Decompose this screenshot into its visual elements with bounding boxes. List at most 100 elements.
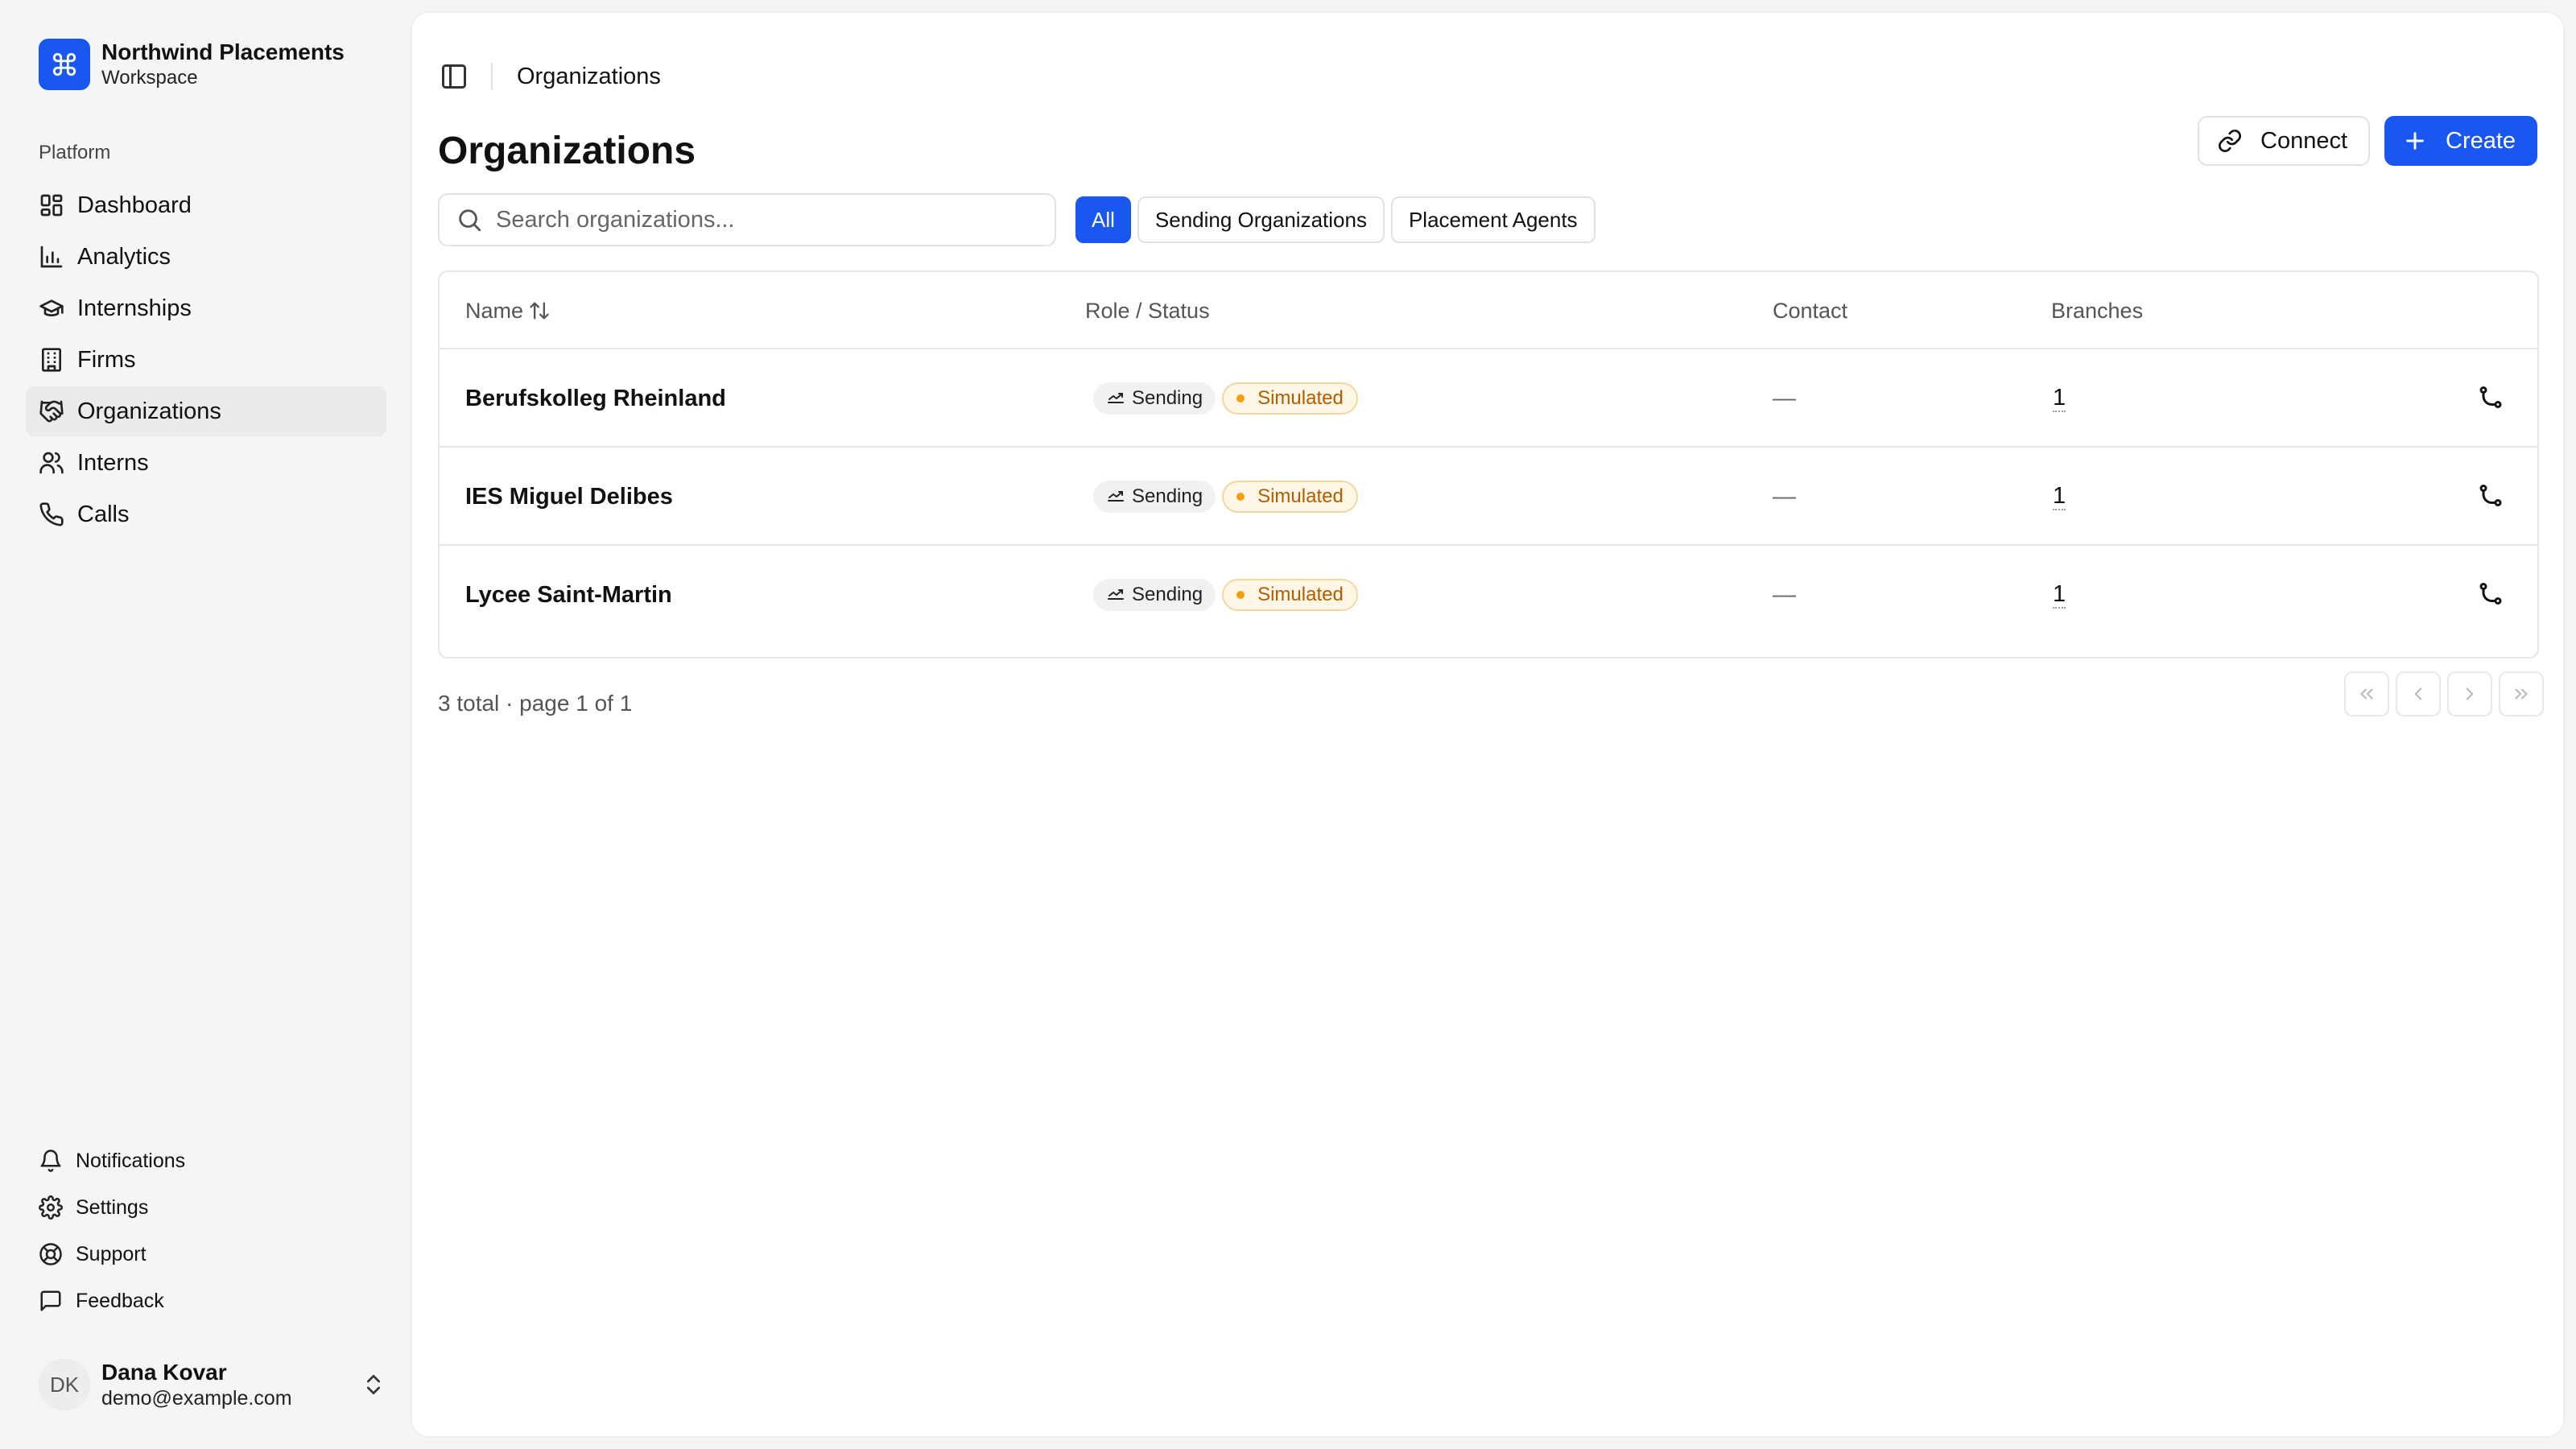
git-branch-icon[interactable] [2476, 384, 2505, 413]
sidebar-item-feedback[interactable]: Feedback [26, 1278, 386, 1323]
contact-value: — [1773, 483, 1796, 510]
avatar: DK [39, 1359, 90, 1410]
sidebar-item-settings[interactable]: Settings [26, 1185, 386, 1230]
status-dot [1236, 591, 1245, 599]
pagination-controls [2338, 671, 2544, 716]
sidebar-item-support[interactable]: Support [26, 1232, 386, 1277]
column-header-branches: Branches [2051, 298, 2144, 323]
filter-tabs: All Sending Organizations Placement Agen… [1075, 196, 1602, 243]
breadcrumb: Organizations [517, 63, 661, 89]
sidebar-item-analytics[interactable]: Analytics [26, 232, 386, 282]
bar-chart-icon [40, 246, 63, 268]
workspace-switcher[interactable]: Northwind Placements Workspace [39, 39, 345, 90]
filter-all[interactable]: All [1075, 196, 1131, 243]
sidebar-item-label: Support [76, 1242, 147, 1265]
status-badge: Simulated [1222, 579, 1358, 611]
last-page-button[interactable] [2499, 671, 2544, 716]
table-row[interactable]: Berufskolleg Rheinland Sending Simulated… [440, 349, 2537, 448]
message-square-icon [40, 1290, 61, 1311]
status-badge: Simulated [1222, 382, 1358, 415]
status-badge-label: Simulated [1257, 485, 1344, 507]
secondary-nav: Notifications Settings Support Feedback [26, 1138, 386, 1325]
life-buoy-icon [39, 1243, 62, 1265]
organization-name[interactable]: IES Miguel Delibes [465, 484, 673, 510]
command-icon [39, 39, 90, 90]
search-box [438, 193, 1056, 246]
create-button-label: Create [2446, 127, 2516, 154]
sidebar-item-calls[interactable]: Calls [26, 489, 386, 539]
role-badge-label: Sending [1132, 584, 1203, 605]
sidebar-item-label: Internships [77, 295, 192, 321]
divider [491, 63, 493, 90]
plus-icon [2406, 132, 2424, 150]
git-branch-icon[interactable] [2476, 580, 2505, 609]
sidebar-item-internships[interactable]: Internships [26, 283, 386, 333]
chevron-left-icon [2414, 687, 2422, 700]
organization-name[interactable]: Berufskolleg Rheinland [465, 386, 726, 412]
bell-icon [40, 1150, 61, 1172]
search-input[interactable] [496, 206, 1043, 233]
gear-icon [39, 1195, 63, 1220]
status-badge: Simulated [1222, 481, 1358, 513]
next-page-button[interactable] [2447, 671, 2492, 716]
send-icon [1108, 491, 1124, 502]
sidebar-item-label: Dashboard [77, 192, 192, 218]
sidebar-item-label: Interns [77, 449, 149, 476]
branches-count[interactable]: 1 [2053, 385, 2066, 412]
sidebar-item-dashboard[interactable]: Dashboard [26, 180, 386, 230]
chevrons-up-down-icon [367, 1375, 380, 1394]
sidebar-item-label: Notifications [76, 1149, 186, 1172]
sidebar-item-firms[interactable]: Firms [26, 335, 386, 385]
table-row[interactable]: Lycee Saint-Martin Sending Simulated — 1 [440, 546, 2537, 644]
column-header-name[interactable]: Name [465, 272, 551, 349]
sidebar-item-interns[interactable]: Interns [26, 438, 386, 488]
connect-button[interactable]: Connect [2198, 116, 2370, 166]
sidebar-item-label: Settings [76, 1195, 149, 1219]
previous-page-button[interactable] [2396, 671, 2441, 716]
status-badge-label: Simulated [1257, 584, 1344, 605]
sidebar: Northwind Placements Workspace Platform … [0, 0, 412, 1449]
organization-name[interactable]: Lycee Saint-Martin [465, 582, 672, 609]
branches-count[interactable]: 1 [2053, 581, 2066, 609]
handshake-icon [39, 400, 64, 423]
sidebar-item-label: Firms [77, 346, 136, 373]
status-badge-label: Simulated [1257, 387, 1344, 409]
create-button[interactable]: Create [2384, 116, 2537, 166]
table-row[interactable]: IES Miguel Delibes Sending Simulated — 1 [440, 448, 2537, 546]
search-icon [459, 209, 481, 232]
sidebar-item-organizations[interactable]: Organizations [26, 386, 386, 436]
chevrons-right-icon [2515, 688, 2528, 700]
sidebar-item-label: Feedback [76, 1289, 164, 1312]
sidebar-toggle-icon[interactable] [440, 62, 469, 91]
primary-nav: Dashboard Analytics Internships Firms Or… [26, 180, 386, 541]
first-page-button[interactable] [2344, 671, 2389, 716]
role-badge-label: Sending [1132, 387, 1203, 409]
dashboard-icon [40, 194, 63, 217]
sidebar-item-label: Calls [77, 501, 130, 527]
sort-icon [530, 302, 549, 320]
contact-value: — [1773, 581, 1796, 608]
connect-button-label: Connect [2260, 127, 2348, 154]
role-badge: Sending [1093, 579, 1216, 611]
topbar: Organizations [440, 48, 762, 105]
building-icon [42, 348, 61, 372]
column-header-label: Name [465, 298, 524, 323]
git-branch-icon[interactable] [2476, 482, 2505, 511]
branches-count[interactable]: 1 [2053, 483, 2066, 510]
contact-value: — [1773, 385, 1796, 411]
workspace-subtitle: Workspace [101, 67, 198, 89]
sidebar-item-label: Organizations [77, 398, 221, 424]
user-menu[interactable]: DK Dana Kovar demo@example.com [39, 1357, 386, 1412]
sidebar-item-notifications[interactable]: Notifications [26, 1138, 386, 1183]
filter-sending-organizations[interactable]: Sending Organizations [1137, 196, 1385, 243]
graduation-cap-icon [39, 299, 64, 316]
filter-placement-agents[interactable]: Placement Agents [1390, 196, 1596, 243]
sidebar-item-label: Analytics [77, 243, 171, 270]
link-icon [2219, 130, 2241, 152]
nav-group-label: Platform [39, 142, 111, 163]
user-name: Dana Kovar [101, 1360, 227, 1385]
workspace-name: Northwind Placements [101, 39, 345, 64]
column-header-role-status: Role / Status [1085, 298, 1210, 323]
chevron-right-icon [2466, 687, 2474, 700]
users-icon [39, 452, 64, 474]
